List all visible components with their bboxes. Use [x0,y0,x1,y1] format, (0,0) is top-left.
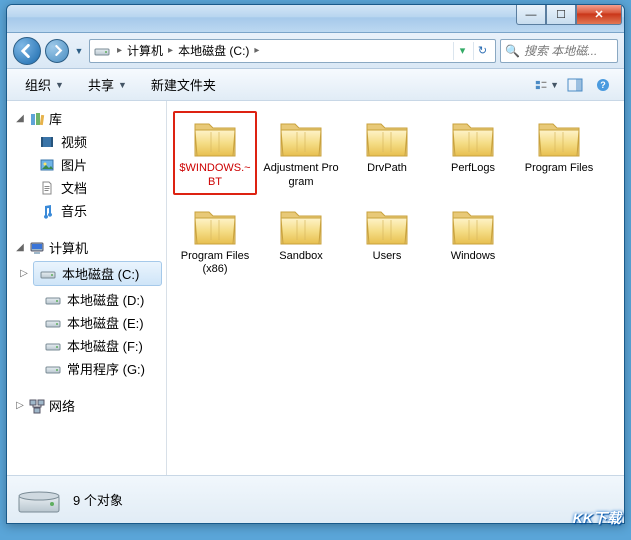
title-bar: — ☐ ✕ [7,5,624,33]
svg-text:?: ? [600,80,606,90]
breadcrumb[interactable]: ▸ 计算机 ▸ 本地磁盘 (C:) ▸ [114,42,262,59]
search-input[interactable]: 🔍 搜索 本地磁... [500,39,618,63]
folder-icon [277,116,325,160]
sidebar-drive-d[interactable]: 本地磁盘 (D:) [7,288,166,311]
refresh-icon[interactable]: ↻ [473,42,491,60]
folder-name: $WINDOWS.~BT [176,162,254,190]
sidebar-drive-c-expand[interactable]: ▷ 本地磁盘 (C:) [7,259,166,288]
folder-icon [363,116,411,160]
pictures-icon [39,157,55,173]
sidebar-drive-f[interactable]: 本地磁盘 (F:) [7,334,166,357]
network-icon [29,398,45,414]
search-icon: 🔍 [505,44,520,58]
libraries-icon [29,111,45,127]
close-button[interactable]: ✕ [576,5,622,25]
address-bar[interactable]: ▸ 计算机 ▸ 本地磁盘 (C:) ▸ ▾ ↻ [89,39,496,63]
nav-history-dropdown[interactable]: ▼ [73,38,85,64]
preview-pane-button[interactable] [562,74,588,96]
sidebar-computer[interactable]: ◢ 计算机 [7,236,166,259]
minimize-button[interactable]: — [516,5,546,25]
drive-icon-large [17,482,61,518]
documents-icon [39,180,55,196]
drive-icon [45,292,61,308]
drive-icon [94,43,110,59]
crumb-drive-c[interactable]: 本地磁盘 (C:) [176,42,251,59]
status-count: 9 个对象 [73,490,123,509]
drive-icon [40,266,56,282]
folder-name: Program Files [525,162,593,176]
computer-icon [29,240,45,256]
sidebar-item-pictures[interactable]: 图片 [7,153,166,176]
folder-icon [449,204,497,248]
folder-item[interactable]: Users [345,199,429,283]
folder-name: DrvPath [367,162,407,176]
navigation-pane: ◢ 库 视频 图片 文档 音乐 ◢ 计算机 ▷ [7,101,167,475]
maximize-button[interactable]: ☐ [546,5,576,25]
folder-item[interactable]: $WINDOWS.~BT [173,111,257,195]
folder-icon [363,204,411,248]
new-folder-button[interactable]: 新建文件夹 [141,72,226,97]
folder-icon [191,116,239,160]
folder-name: Program Files (x86) [176,250,254,278]
libraries-label: 库 [49,109,62,128]
folder-name: PerfLogs [451,162,495,176]
folder-name: Adjustment Program [262,162,340,190]
folder-item[interactable]: Adjustment Program [259,111,343,195]
sidebar-libraries[interactable]: ◢ 库 [7,107,166,130]
expand-icon: ▷ [15,400,25,411]
explorer-body: ◢ 库 视频 图片 文档 音乐 ◢ 计算机 ▷ [7,101,624,475]
watermark: KK下载 [573,508,621,528]
folder-icon [535,116,583,160]
folder-icon [449,116,497,160]
sidebar-drive-e[interactable]: 本地磁盘 (E:) [7,311,166,334]
drive-icon [45,338,61,354]
drive-icon [45,315,61,331]
collapse-icon: ◢ [15,242,25,253]
folder-name: Users [373,250,402,264]
folder-item[interactable]: Program Files (x86) [173,199,257,283]
sidebar-network[interactable]: ▷ 网络 [7,394,166,417]
folder-item[interactable]: Program Files [517,111,601,195]
collapse-icon: ◢ [15,113,25,124]
sidebar-item-videos[interactable]: 视频 [7,130,166,153]
sidebar-item-documents[interactable]: 文档 [7,176,166,199]
explorer-window: — ☐ ✕ ▼ ▸ 计算机 ▸ 本地磁盘 (C:) ▸ ▾ ↻ [6,4,625,524]
drive-icon [45,361,61,377]
address-dropdown-icon[interactable]: ▾ [453,42,471,60]
computer-label: 计算机 [49,238,88,257]
view-options-button[interactable]: ▼ [534,74,560,96]
sidebar-drive-g[interactable]: 常用程序 (G:) [7,357,166,380]
toolbar: 组织▼ 共享▼ 新建文件夹 ▼ ? [7,69,624,101]
folder-icon [277,204,325,248]
file-list-pane[interactable]: $WINDOWS.~BT Adjustment Program DrvPath Per… [167,101,624,475]
folder-name: Sandbox [279,250,322,264]
status-bar: 9 个对象 [7,475,624,523]
expand-icon: ▷ [19,268,29,279]
forward-button[interactable] [45,39,69,63]
help-button[interactable]: ? [590,74,616,96]
back-button[interactable] [13,37,41,65]
music-icon [39,203,55,219]
folder-item[interactable]: DrvPath [345,111,429,195]
folder-icon [191,204,239,248]
video-icon [39,134,55,150]
sidebar-item-music[interactable]: 音乐 [7,199,166,222]
crumb-computer[interactable]: 计算机 [125,42,165,59]
folder-item[interactable]: Windows [431,199,515,283]
folder-name: Windows [451,250,496,264]
organize-button[interactable]: 组织▼ [15,72,74,97]
folder-item[interactable]: PerfLogs [431,111,515,195]
address-row: ▼ ▸ 计算机 ▸ 本地磁盘 (C:) ▸ ▾ ↻ 🔍 搜索 本地磁... [7,33,624,69]
share-button[interactable]: 共享▼ [78,72,137,97]
sidebar-drive-c[interactable]: 本地磁盘 (C:) [33,261,162,286]
network-label: 网络 [49,396,75,415]
folder-item[interactable]: Sandbox [259,199,343,283]
search-placeholder: 搜索 本地磁... [524,42,597,59]
